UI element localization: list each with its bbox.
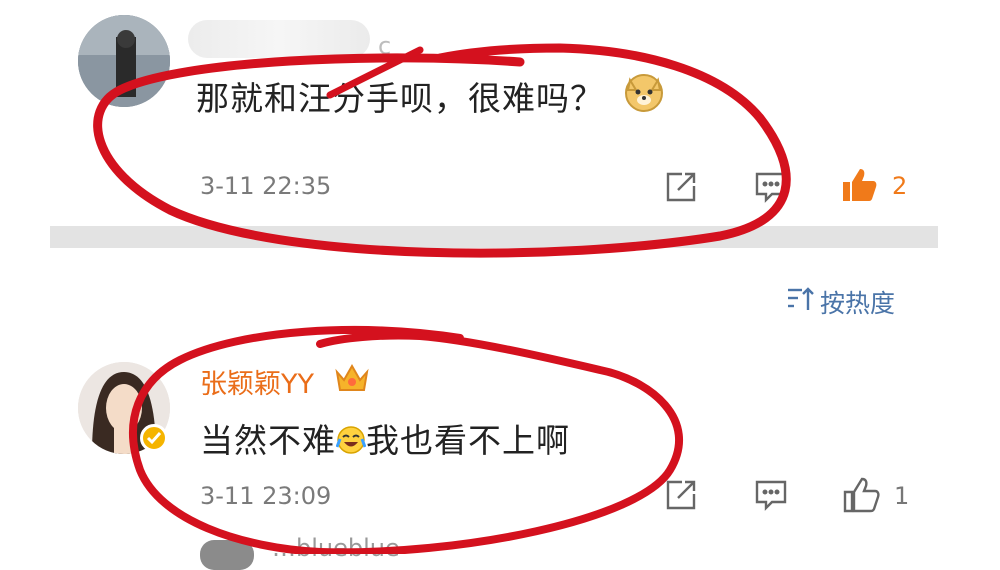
avatar-photo-icon [78,15,170,107]
comment-text: 当然不难 我也看不上啊 [200,414,570,462]
username-tail: c [378,32,392,60]
like-count: 1 [894,482,910,510]
sort-icon[interactable] [786,286,816,312]
share-icon[interactable] [664,478,698,512]
like-count: 2 [892,172,908,200]
comment-icon[interactable] [754,478,788,512]
commenter-avatar[interactable] [78,15,170,107]
blurred-username [188,20,370,58]
comment-text: 那就和汪分手呗，很难吗？ [196,72,604,120]
laugh-cry-emoji-icon [335,424,367,454]
comment-text-part2: 我也看不上啊 [366,421,570,460]
verified-icon [140,424,168,452]
next-commenter-avatar[interactable] [200,540,254,570]
comment-time: 3-11 22:35 [200,172,332,200]
comment-icon[interactable] [754,170,788,204]
commenter-name[interactable]: 张颖颖YY [200,362,314,401]
section-divider [50,226,938,248]
comment-text-part1: 当然不难 [200,421,336,460]
comment-text-content: 那就和汪分手呗，很难吗？ [196,79,604,118]
comment-time: 3-11 23:09 [200,482,332,510]
like-icon[interactable] [840,166,878,204]
next-commenter-name[interactable]: …blueblue [272,534,400,562]
like-icon[interactable] [842,476,880,514]
sort-by-heat-button[interactable]: 按热度 [820,284,895,320]
doge-emoji-icon [622,70,666,114]
share-icon[interactable] [664,170,698,204]
crown-icon [334,360,370,396]
